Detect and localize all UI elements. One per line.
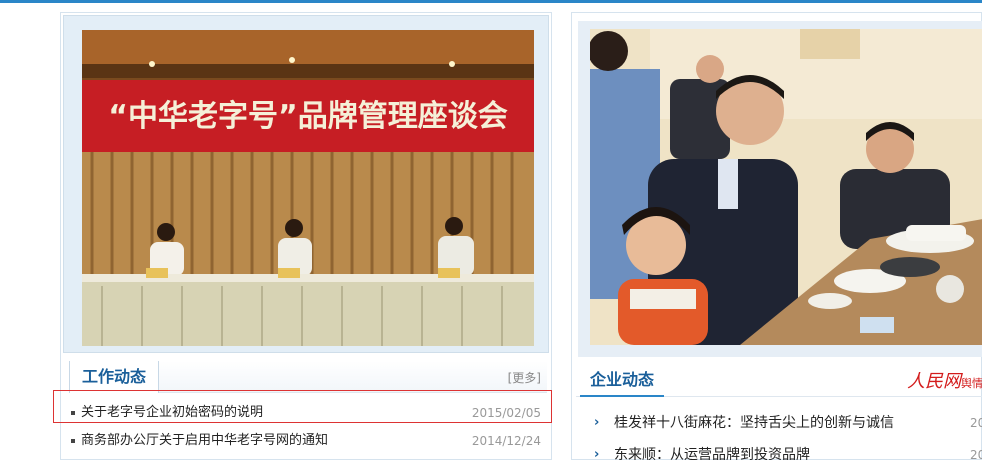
arrow-right-icon: › (594, 415, 600, 430)
logo-suffix: 舆情 (961, 377, 982, 390)
news-date: 2014/12/24 (471, 434, 541, 448)
news-date: 2015 (970, 416, 982, 430)
logo-text: 人民网 (907, 371, 961, 392)
photo-frame: “中华老字号”品牌管理座谈会 (63, 15, 549, 353)
people-daily-logo[interactable]: 人民网舆情 (907, 367, 982, 393)
arrow-right-icon: › (594, 447, 600, 460)
news-title[interactable]: 桂发祥十八街麻花：坚持舌尖上的创新与诚信 (614, 407, 894, 439)
more-link[interactable]: [更多] (508, 369, 541, 386)
bullet-icon (71, 439, 75, 443)
news-date: 2015 (970, 448, 982, 460)
selection-highlight (53, 390, 552, 423)
enterprise-news-title[interactable]: 企业动态 (580, 363, 665, 397)
top-accent-line (0, 0, 982, 3)
work-news-header: 工作动态 [更多] (69, 361, 547, 393)
banner-text: “中华老字号”品牌管理座谈会 (108, 99, 507, 134)
photo-frame (578, 21, 982, 357)
enterprise-news-panel: 企业动态 人民网舆情 › 桂发祥十八街麻花：坚持舌尖上的创新与诚信 2015 ›… (571, 12, 982, 460)
list-item[interactable]: › 东来顺：从运营品牌到投资品牌 2015 (586, 439, 982, 460)
enterprise-news-header: 企业动态 人民网舆情 (576, 363, 982, 397)
work-news-title[interactable]: 工作动态 (69, 361, 160, 393)
list-item[interactable]: › 桂发祥十八街麻花：坚持舌尖上的创新与诚信 2015 (586, 407, 982, 439)
news-title[interactable]: 东来顺：从运营品牌到投资品牌 (614, 439, 810, 460)
news-title[interactable]: 商务部办公厅关于启用中华老字号网的通知 (81, 427, 328, 455)
restaurant-photo[interactable] (590, 29, 982, 345)
forum-photo[interactable]: “中华老字号”品牌管理座谈会 (82, 30, 534, 346)
enterprise-news-list: › 桂发祥十八街麻花：坚持舌尖上的创新与诚信 2015 › 东来顺：从运营品牌到… (586, 407, 982, 460)
list-item[interactable]: 商务部办公厅关于启用中华老字号网的通知 2014/12/24 (69, 427, 547, 455)
